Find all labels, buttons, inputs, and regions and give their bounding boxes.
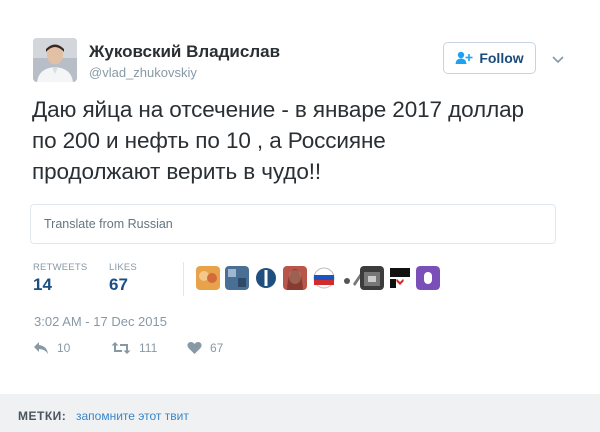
translate-label: Translate from Russian bbox=[44, 217, 173, 231]
chevron-down-icon[interactable] bbox=[551, 52, 565, 66]
follow-button-label: Follow bbox=[479, 50, 524, 66]
add-user-icon bbox=[455, 51, 473, 65]
liker-avatar[interactable] bbox=[225, 266, 249, 290]
tags-label: МЕТКИ: bbox=[18, 409, 67, 423]
retweet-button[interactable]: 111 bbox=[111, 341, 157, 355]
retweet-count: 111 bbox=[139, 341, 158, 355]
heart-icon bbox=[187, 341, 202, 355]
retweet-icon bbox=[111, 341, 131, 355]
liker-avatar[interactable] bbox=[360, 266, 384, 290]
likes-label: LIKES bbox=[109, 262, 137, 273]
likes-count[interactable]: 67 bbox=[109, 275, 128, 295]
follow-button[interactable]: Follow bbox=[443, 42, 536, 74]
tweet-card: Жуковский Владислав @vlad_zhukovskiy Fol… bbox=[0, 0, 600, 394]
reply-icon bbox=[33, 341, 49, 355]
tag-link[interactable]: запомните этот твит bbox=[76, 409, 189, 423]
stats-divider bbox=[183, 262, 184, 296]
liker-avatar[interactable] bbox=[416, 266, 440, 290]
tweet-text-line: по 200 и нефть по 10 , а Россияне bbox=[32, 128, 386, 153]
liker-avatar[interactable] bbox=[388, 266, 412, 290]
tweet-text: Даю яйца на отсечение - в январе 2017 до… bbox=[32, 94, 562, 187]
like-count: 67 bbox=[210, 341, 224, 355]
tweet-text-line: Даю яйца на отсечение - в январе 2017 до… bbox=[32, 97, 524, 122]
liker-avatar[interactable] bbox=[254, 266, 278, 290]
retweets-label: RETWEETS bbox=[33, 262, 88, 273]
liker-avatar[interactable] bbox=[312, 266, 336, 290]
tweet-timestamp[interactable]: 3:02 AM - 17 Dec 2015 bbox=[34, 314, 167, 329]
author-name[interactable]: Жуковский Владислав bbox=[89, 42, 280, 62]
like-button[interactable]: 67 bbox=[187, 341, 223, 355]
reply-button[interactable]: 10 bbox=[33, 341, 70, 355]
reply-count: 10 bbox=[57, 341, 71, 355]
author-handle[interactable]: @vlad_zhukovskiy bbox=[89, 65, 197, 80]
tags-bar: МЕТКИ: запомните этот твит bbox=[0, 394, 600, 432]
retweets-count[interactable]: 14 bbox=[33, 275, 52, 295]
liker-avatar[interactable] bbox=[196, 266, 220, 290]
tweet-text-line: продолжают верить в чудо!! bbox=[32, 159, 322, 184]
avatar[interactable] bbox=[33, 38, 77, 82]
translate-button[interactable]: Translate from Russian bbox=[30, 204, 556, 244]
liker-avatar[interactable] bbox=[283, 266, 307, 290]
